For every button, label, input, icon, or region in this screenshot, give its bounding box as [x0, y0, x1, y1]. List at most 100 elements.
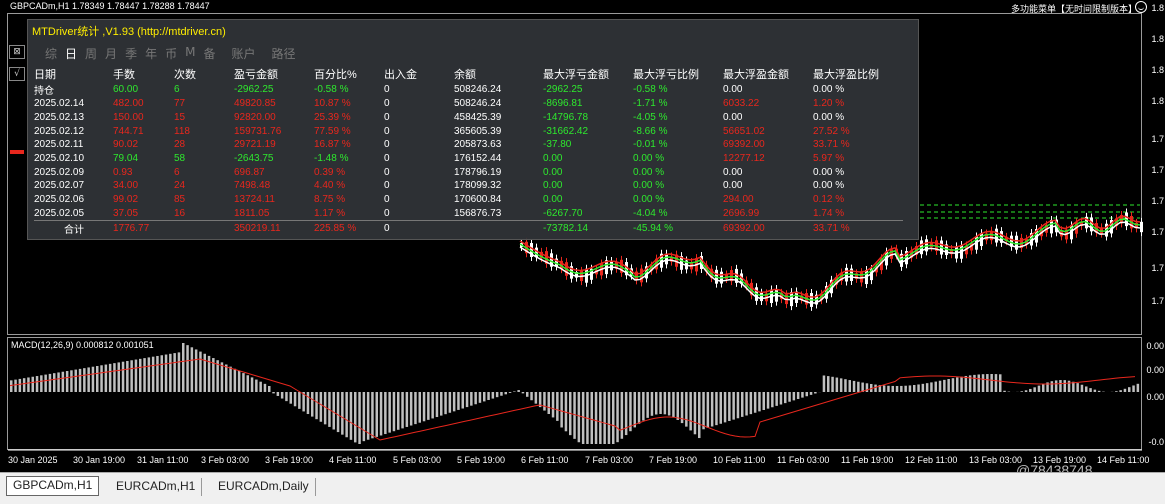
macd-bar [766, 392, 770, 409]
macd-bar [177, 352, 181, 392]
time-tick: 11 Feb 19:00 [841, 455, 894, 465]
macd-bar [775, 392, 778, 406]
macd-bar [22, 378, 26, 392]
cell-io: 0 [384, 84, 390, 95]
tab-day[interactable]: 日 [65, 45, 77, 62]
cell-mfpp: 33.71 % [813, 139, 850, 151]
macd-bar [1072, 381, 1075, 392]
toolbar-icon-1[interactable]: ⊠ [9, 45, 25, 59]
tab-month[interactable]: 月 [105, 45, 117, 62]
table-row: 2025.02.07 34.00 24 7498.48 4.40 % 0 178099.32… [34, 179, 903, 193]
macd-bar [276, 392, 280, 396]
macd-bar [405, 392, 409, 427]
macd-bar [14, 379, 17, 392]
macd-bar [749, 392, 753, 415]
macd-bar [938, 380, 942, 392]
total-empty [454, 219, 543, 236]
cell-mfl: -2962.25 [543, 84, 583, 95]
macd-bar [392, 392, 396, 432]
tab-year[interactable]: 年 [145, 45, 157, 62]
cell-io: 0 [384, 207, 390, 219]
cell-mfp: 0.00 [723, 180, 743, 192]
macd-bar [676, 392, 679, 420]
macd-bar [491, 392, 495, 399]
cell-count: 58 [174, 153, 186, 165]
cell-mflp: -0.01 % [633, 139, 668, 151]
tab-eurcad-daily[interactable]: EURCADm,Daily [212, 478, 316, 496]
col-deposit: 出入金 [384, 69, 417, 81]
tab-quarter[interactable]: 季 [125, 45, 137, 62]
cell-mfp: 0.00 [723, 166, 743, 178]
cell-mfp: 0.00 [723, 84, 743, 95]
tab-account[interactable]: 账户 [231, 45, 255, 62]
macd-bar [388, 392, 391, 433]
cell-io: 0 [384, 139, 390, 151]
macd-bar [431, 392, 434, 419]
macd-bar [70, 370, 73, 392]
macd-bar [1037, 385, 1041, 392]
tab-path[interactable]: 路径 [272, 45, 296, 62]
macd-bar [745, 392, 748, 416]
checkmark-icon[interactable]: √ [9, 67, 25, 81]
cell-lots: 482.00 [113, 98, 144, 110]
cell-bal: 365605.39 [454, 125, 502, 137]
macd-bar [225, 364, 228, 392]
cell-count: 6 [174, 166, 180, 178]
tab-note[interactable]: 备 [203, 45, 215, 62]
cell-pnl: -2962.25 [234, 84, 274, 95]
macd-bar [762, 392, 765, 410]
tab-currency[interactable]: 币 [165, 45, 177, 62]
macd-bar [465, 392, 469, 408]
time-tick: 3 Feb 03:00 [201, 455, 250, 465]
macd-bar [693, 392, 697, 435]
macd-bar [753, 392, 757, 413]
macd-bar [246, 375, 249, 392]
cell-mfp: 12277.12 [723, 153, 765, 165]
cell-date: 2025.02.11 [34, 139, 84, 151]
macd-bar [409, 392, 413, 426]
macd-bar [57, 372, 60, 392]
time-tick: 5 Feb 19:00 [457, 455, 506, 465]
macd-bar [801, 392, 804, 398]
cell-mfl: 0.00 [543, 153, 563, 165]
macd-bar [642, 392, 645, 421]
macd-bar [917, 384, 920, 392]
cell-pct: 1.17 % [314, 207, 346, 219]
macd-bar [121, 361, 125, 392]
macd-bar [10, 380, 13, 392]
cell-mfpp: 0.00 % [813, 112, 845, 124]
macd-bar [108, 363, 112, 392]
macd-bar [448, 392, 452, 413]
macd-bar [173, 353, 176, 392]
macd-bar [1123, 388, 1127, 392]
tab-magic[interactable]: M [185, 45, 195, 62]
tab-summary[interactable]: 综 [45, 45, 57, 62]
total-label: 合计 [34, 219, 113, 236]
tab-week[interactable]: 周 [85, 45, 97, 62]
tab-eurcad-h1[interactable]: EURCADm,H1 [110, 478, 203, 496]
menu-button[interactable]: 多功能菜单【无时间限制版本】 [1011, 2, 1137, 15]
macd-bar [732, 392, 735, 420]
cell-count: 16 [174, 207, 186, 219]
cell-bal: 176152.44 [454, 153, 502, 165]
time-tick: 11 Feb 03:00 [777, 455, 830, 465]
cell-date: 2025.02.10 [34, 153, 85, 165]
macd-bar [1136, 383, 1140, 392]
macd-bar [504, 392, 507, 395]
cell-mfp: 294.00 [723, 194, 754, 206]
macd-bar [500, 392, 503, 396]
macd-bar [478, 392, 482, 403]
cell-mfpp: 27.52 % [813, 125, 850, 137]
col-balance: 余额 [454, 69, 476, 81]
macd-bar [809, 392, 813, 395]
stats-table: 日期 手数 次数 盈亏金额 百分比% 出入金 余额 最大浮亏金额 最大浮亏比例 … [34, 66, 903, 236]
price-tick: 1.7 [1151, 263, 1164, 273]
macd-bar [341, 392, 344, 435]
macd-bar [603, 392, 606, 444]
macd-bar [91, 366, 95, 392]
macd-bar [293, 392, 297, 407]
macd-bar [147, 357, 151, 392]
cell-bal: 156876.73 [454, 207, 502, 219]
tab-gbpcad-h1[interactable]: GBPCADm,H1 [6, 476, 100, 496]
macd-bar [977, 374, 980, 392]
